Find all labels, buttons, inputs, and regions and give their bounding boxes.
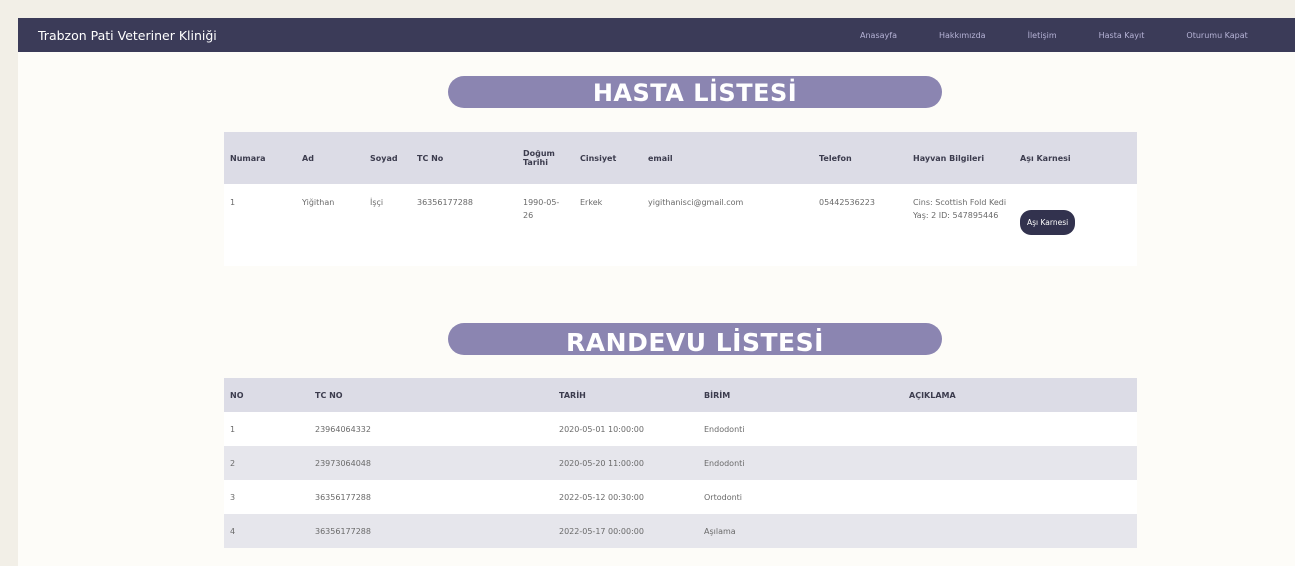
cell-karne: Aşı Karnesi xyxy=(1014,184,1137,266)
cell-soyad: İşçi xyxy=(370,198,384,207)
header-email: email xyxy=(648,153,673,163)
nav-links: Anasayfa Hakkımızda İletişim Hasta Kayıt… xyxy=(860,18,1290,52)
appointment-list-title: RANDEVU LİSTESİ xyxy=(448,323,942,357)
cell-tarih: 2020-05-01 10:00:00 xyxy=(559,424,644,434)
nav-link-home[interactable]: Anasayfa xyxy=(860,31,897,40)
cell-no: 2 xyxy=(230,458,236,468)
header-hayvan: Hayvan Bilgileri xyxy=(913,153,985,163)
page: Trabzon Pati Veteriner Kliniği Anasayfa … xyxy=(18,18,1295,566)
cell-no: 3 xyxy=(230,492,236,502)
navbar: Trabzon Pati Veteriner Kliniği Anasayfa … xyxy=(18,18,1295,52)
cell-aciklama xyxy=(903,480,1137,514)
header-numara: Numara xyxy=(230,153,266,163)
header-tc: TC No xyxy=(417,153,444,163)
cell-tc-no: 23973064048 xyxy=(315,458,371,468)
nav-link-patient-register[interactable]: Hasta Kayıt xyxy=(1099,31,1145,40)
nav-link-about[interactable]: Hakkımızda xyxy=(939,31,986,40)
patient-list-title: HASTA LİSTESİ xyxy=(448,76,942,108)
header-cinsiyet: Cinsiyet xyxy=(580,153,617,163)
brand-title[interactable]: Trabzon Pati Veteriner Kliniği xyxy=(38,28,217,43)
cell-tarih: 2022-05-12 00:30:00 xyxy=(559,492,644,502)
patient-table: Numara Ad Soyad TC No Doğum Tarihi Cinsi… xyxy=(224,132,1137,266)
cell-birim: Endodonti xyxy=(704,424,745,434)
header-dogum: Doğum Tarihi xyxy=(523,149,555,167)
appointment-table-header: NO TC NO TARİH BİRİM AÇIKLAMA xyxy=(224,378,1137,412)
header-no: NO xyxy=(230,390,244,400)
nav-link-contact[interactable]: İletişim xyxy=(1028,31,1057,40)
cell-tc-no: 36356177288 xyxy=(315,492,371,502)
cell-tc-no: 36356177288 xyxy=(315,526,371,536)
cell-email: yigithanisci@gmail.com xyxy=(648,198,744,207)
vaccine-card-button[interactable]: Aşı Karnesi xyxy=(1020,210,1076,235)
cell-birim: Aşılama xyxy=(704,526,736,536)
cell-no: 4 xyxy=(230,526,236,536)
patient-table-header: Numara Ad Soyad TC No Doğum Tarihi Cinsi… xyxy=(224,132,1137,184)
header-aciklama: AÇIKLAMA xyxy=(909,390,956,400)
header-tarih: TARİH xyxy=(559,390,586,400)
cell-tarih: 2020-05-20 11:00:00 xyxy=(559,458,644,468)
header-ad: Ad xyxy=(302,153,314,163)
header-karne: Aşı Karnesi xyxy=(1020,153,1071,163)
nav-link-logout[interactable]: Oturumu Kapat xyxy=(1186,31,1247,40)
cell-aciklama xyxy=(903,514,1137,548)
cell-tc-no: 23964064332 xyxy=(315,424,371,434)
header-birim: BİRİM xyxy=(704,390,731,400)
cell-ad: Yiğithan xyxy=(302,198,335,207)
table-row: 1 Yiğithan İşçi 36356177288 1990-05-26 E… xyxy=(224,184,1137,266)
header-soyad: Soyad xyxy=(370,153,398,163)
cell-aciklama xyxy=(903,446,1137,480)
table-row: 4 36356177288 2022-05-17 00:00:00 Aşılam… xyxy=(224,514,1137,548)
cell-no: 1 xyxy=(230,424,236,434)
appointment-table: NO TC NO TARİH BİRİM AÇIKLAMA 1 23964064… xyxy=(224,378,1137,548)
table-row: 2 23973064048 2020-05-20 11:00:00 Endodo… xyxy=(224,446,1137,480)
cell-dogum: 1990-05-26 xyxy=(523,198,560,220)
cell-telefon: 05442536223 xyxy=(819,198,875,207)
cell-cinsiyet: Erkek xyxy=(580,198,603,207)
table-row: 1 23964064332 2020-05-01 10:00:00 Endodo… xyxy=(224,412,1137,446)
cell-tc: 36356177288 xyxy=(417,198,473,207)
cell-aciklama xyxy=(903,412,1137,446)
header-tc-no: TC NO xyxy=(315,390,343,400)
cell-numara: 1 xyxy=(230,198,236,207)
table-row: 3 36356177288 2022-05-12 00:30:00 Ortodo… xyxy=(224,480,1137,514)
cell-hayvan: Cins: Scottish Fold Kedi Yaş: 2 ID: 5478… xyxy=(913,198,1007,220)
cell-tarih: 2022-05-17 00:00:00 xyxy=(559,526,644,536)
cell-birim: Ortodonti xyxy=(704,492,743,502)
cell-birim: Endodonti xyxy=(704,458,745,468)
header-telefon: Telefon xyxy=(819,153,852,163)
